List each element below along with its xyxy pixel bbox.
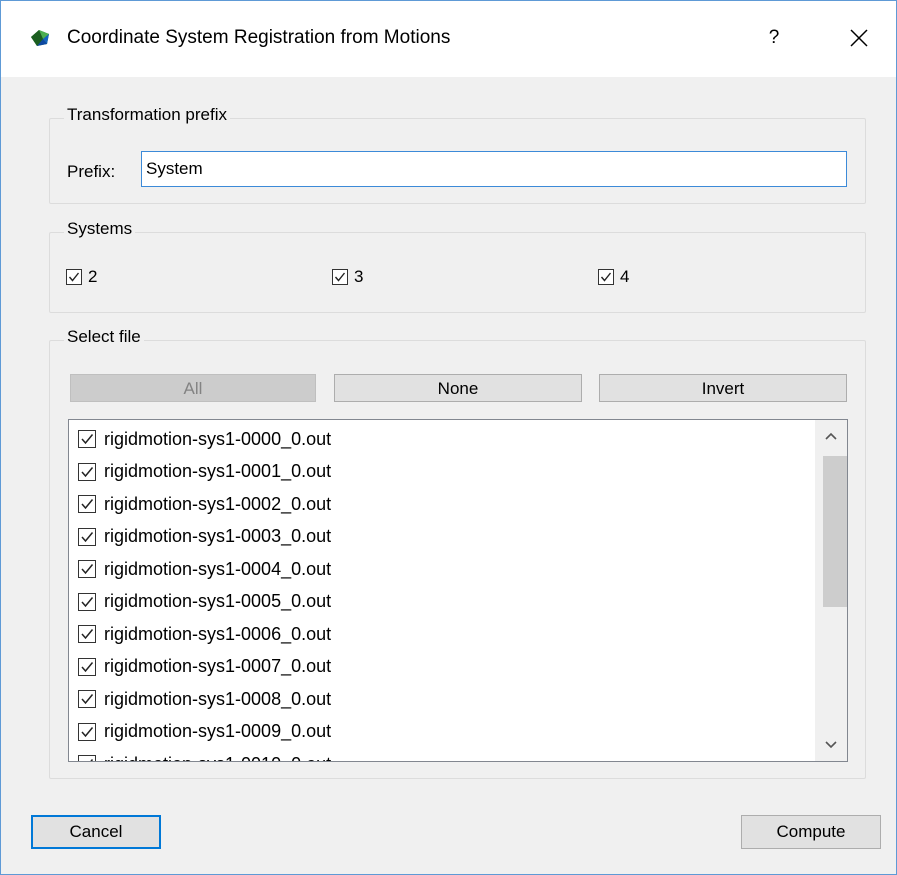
checkbox-checked-icon[interactable] bbox=[78, 430, 96, 448]
file-name: rigidmotion-sys1-0004_0.out bbox=[104, 558, 332, 579]
select-none-button[interactable]: None bbox=[334, 374, 582, 402]
file-name: rigidmotion-sys1-0006_0.out bbox=[104, 623, 332, 644]
checkbox-checked-icon[interactable] bbox=[78, 462, 96, 481]
system-label: 2 bbox=[88, 267, 98, 286]
chevron-up-icon bbox=[825, 432, 837, 440]
checkbox-checked-icon[interactable] bbox=[598, 269, 614, 285]
system-checkbox-2[interactable]: 2 bbox=[66, 267, 97, 287]
window-title: Coordinate System Registration from Moti… bbox=[67, 27, 451, 48]
checkbox-checked-icon[interactable] bbox=[78, 690, 96, 708]
checkbox-checked-icon[interactable] bbox=[78, 625, 96, 643]
system-label: 4 bbox=[620, 267, 630, 286]
file-list-item[interactable]: rigidmotion-sys1-0010_0.out bbox=[78, 748, 331, 762]
system-checkbox-3[interactable]: 3 bbox=[332, 267, 363, 287]
checkbox-checked-icon[interactable] bbox=[78, 755, 96, 761]
checkbox-checked-icon[interactable] bbox=[78, 657, 96, 676]
checkbox-checked-icon[interactable] bbox=[78, 560, 96, 578]
file-list-item[interactable]: rigidmotion-sys1-0005_0.out bbox=[78, 586, 331, 618]
invert-selection-button[interactable]: Invert bbox=[599, 374, 847, 402]
transformation-prefix-group: Transformation prefix Prefix: bbox=[49, 105, 866, 204]
select-file-group: Select file All None Invert rigidmotion-… bbox=[49, 327, 866, 779]
file-list-item[interactable]: rigidmotion-sys1-0008_0.out bbox=[78, 683, 331, 715]
app-icon bbox=[31, 30, 49, 46]
system-label: 3 bbox=[354, 267, 364, 286]
group-title-prefix: Transformation prefix bbox=[64, 105, 230, 125]
checkbox-checked-icon[interactable] bbox=[78, 527, 96, 546]
file-list-item[interactable]: rigidmotion-sys1-0006_0.out bbox=[78, 618, 331, 650]
checkbox-checked-icon[interactable] bbox=[78, 722, 96, 741]
prefix-label: Prefix: bbox=[67, 162, 116, 181]
title-bar: Coordinate System Registration from Moti… bbox=[1, 1, 896, 77]
prefix-input[interactable] bbox=[141, 151, 847, 187]
checkbox-checked-icon[interactable] bbox=[78, 495, 96, 513]
file-name: rigidmotion-sys1-0001_0.out bbox=[104, 461, 332, 481]
help-button[interactable]: ? bbox=[749, 15, 799, 61]
file-name: rigidmotion-sys1-0010_0.out bbox=[104, 754, 331, 762]
compute-button[interactable]: Compute bbox=[741, 815, 881, 849]
file-list-item[interactable]: rigidmotion-sys1-0000_0.out bbox=[78, 423, 331, 455]
file-name: rigidmotion-sys1-0007_0.out bbox=[104, 656, 332, 676]
file-list[interactable]: rigidmotion-sys1-0010_0.out rigidmotion-s… bbox=[68, 419, 848, 762]
chevron-down-icon bbox=[825, 741, 837, 749]
checkbox-checked-icon[interactable] bbox=[332, 269, 348, 285]
scroll-up-button[interactable] bbox=[815, 420, 847, 452]
file-name: rigidmotion-sys1-0009_0.out bbox=[104, 721, 332, 741]
checkbox-checked-icon[interactable] bbox=[78, 592, 96, 611]
file-name: rigidmotion-sys1-0000_0.out bbox=[104, 428, 332, 449]
group-title-systems: Systems bbox=[64, 219, 136, 239]
close-button[interactable] bbox=[836, 15, 882, 61]
group-title-files: Select file bbox=[64, 327, 144, 347]
file-list-item[interactable]: rigidmotion-sys1-0009_0.out bbox=[78, 716, 331, 748]
vertical-scrollbar[interactable] bbox=[815, 420, 847, 761]
file-list-item[interactable]: rigidmotion-sys1-0003_0.out bbox=[78, 521, 331, 553]
file-list-item[interactable]: rigidmotion-sys1-0007_0.out bbox=[78, 651, 331, 683]
file-name: rigidmotion-sys1-0003_0.out bbox=[104, 526, 332, 546]
scroll-thumb[interactable] bbox=[823, 456, 847, 607]
dialog-window: Coordinate System Registration from Moti… bbox=[0, 0, 897, 875]
file-name: rigidmotion-sys1-0008_0.out bbox=[104, 688, 332, 709]
system-checkbox-4[interactable]: 4 bbox=[598, 267, 629, 287]
file-name: rigidmotion-sys1-0002_0.out bbox=[104, 493, 332, 514]
systems-group: Systems 2 3 4 bbox=[49, 219, 866, 313]
select-all-button[interactable]: All bbox=[70, 374, 316, 402]
cancel-button[interactable]: Cancel bbox=[31, 815, 161, 849]
file-list-item[interactable]: rigidmotion-sys1-0001_0.out bbox=[78, 456, 331, 488]
file-list-item[interactable]: rigidmotion-sys1-0002_0.out bbox=[78, 488, 331, 520]
close-icon bbox=[850, 29, 868, 47]
file-name: rigidmotion-sys1-0005_0.out bbox=[104, 591, 332, 611]
checkbox-checked-icon[interactable] bbox=[66, 269, 82, 285]
scroll-down-button[interactable] bbox=[815, 729, 847, 761]
file-list-item[interactable]: rigidmotion-sys1-0004_0.out bbox=[78, 553, 331, 585]
